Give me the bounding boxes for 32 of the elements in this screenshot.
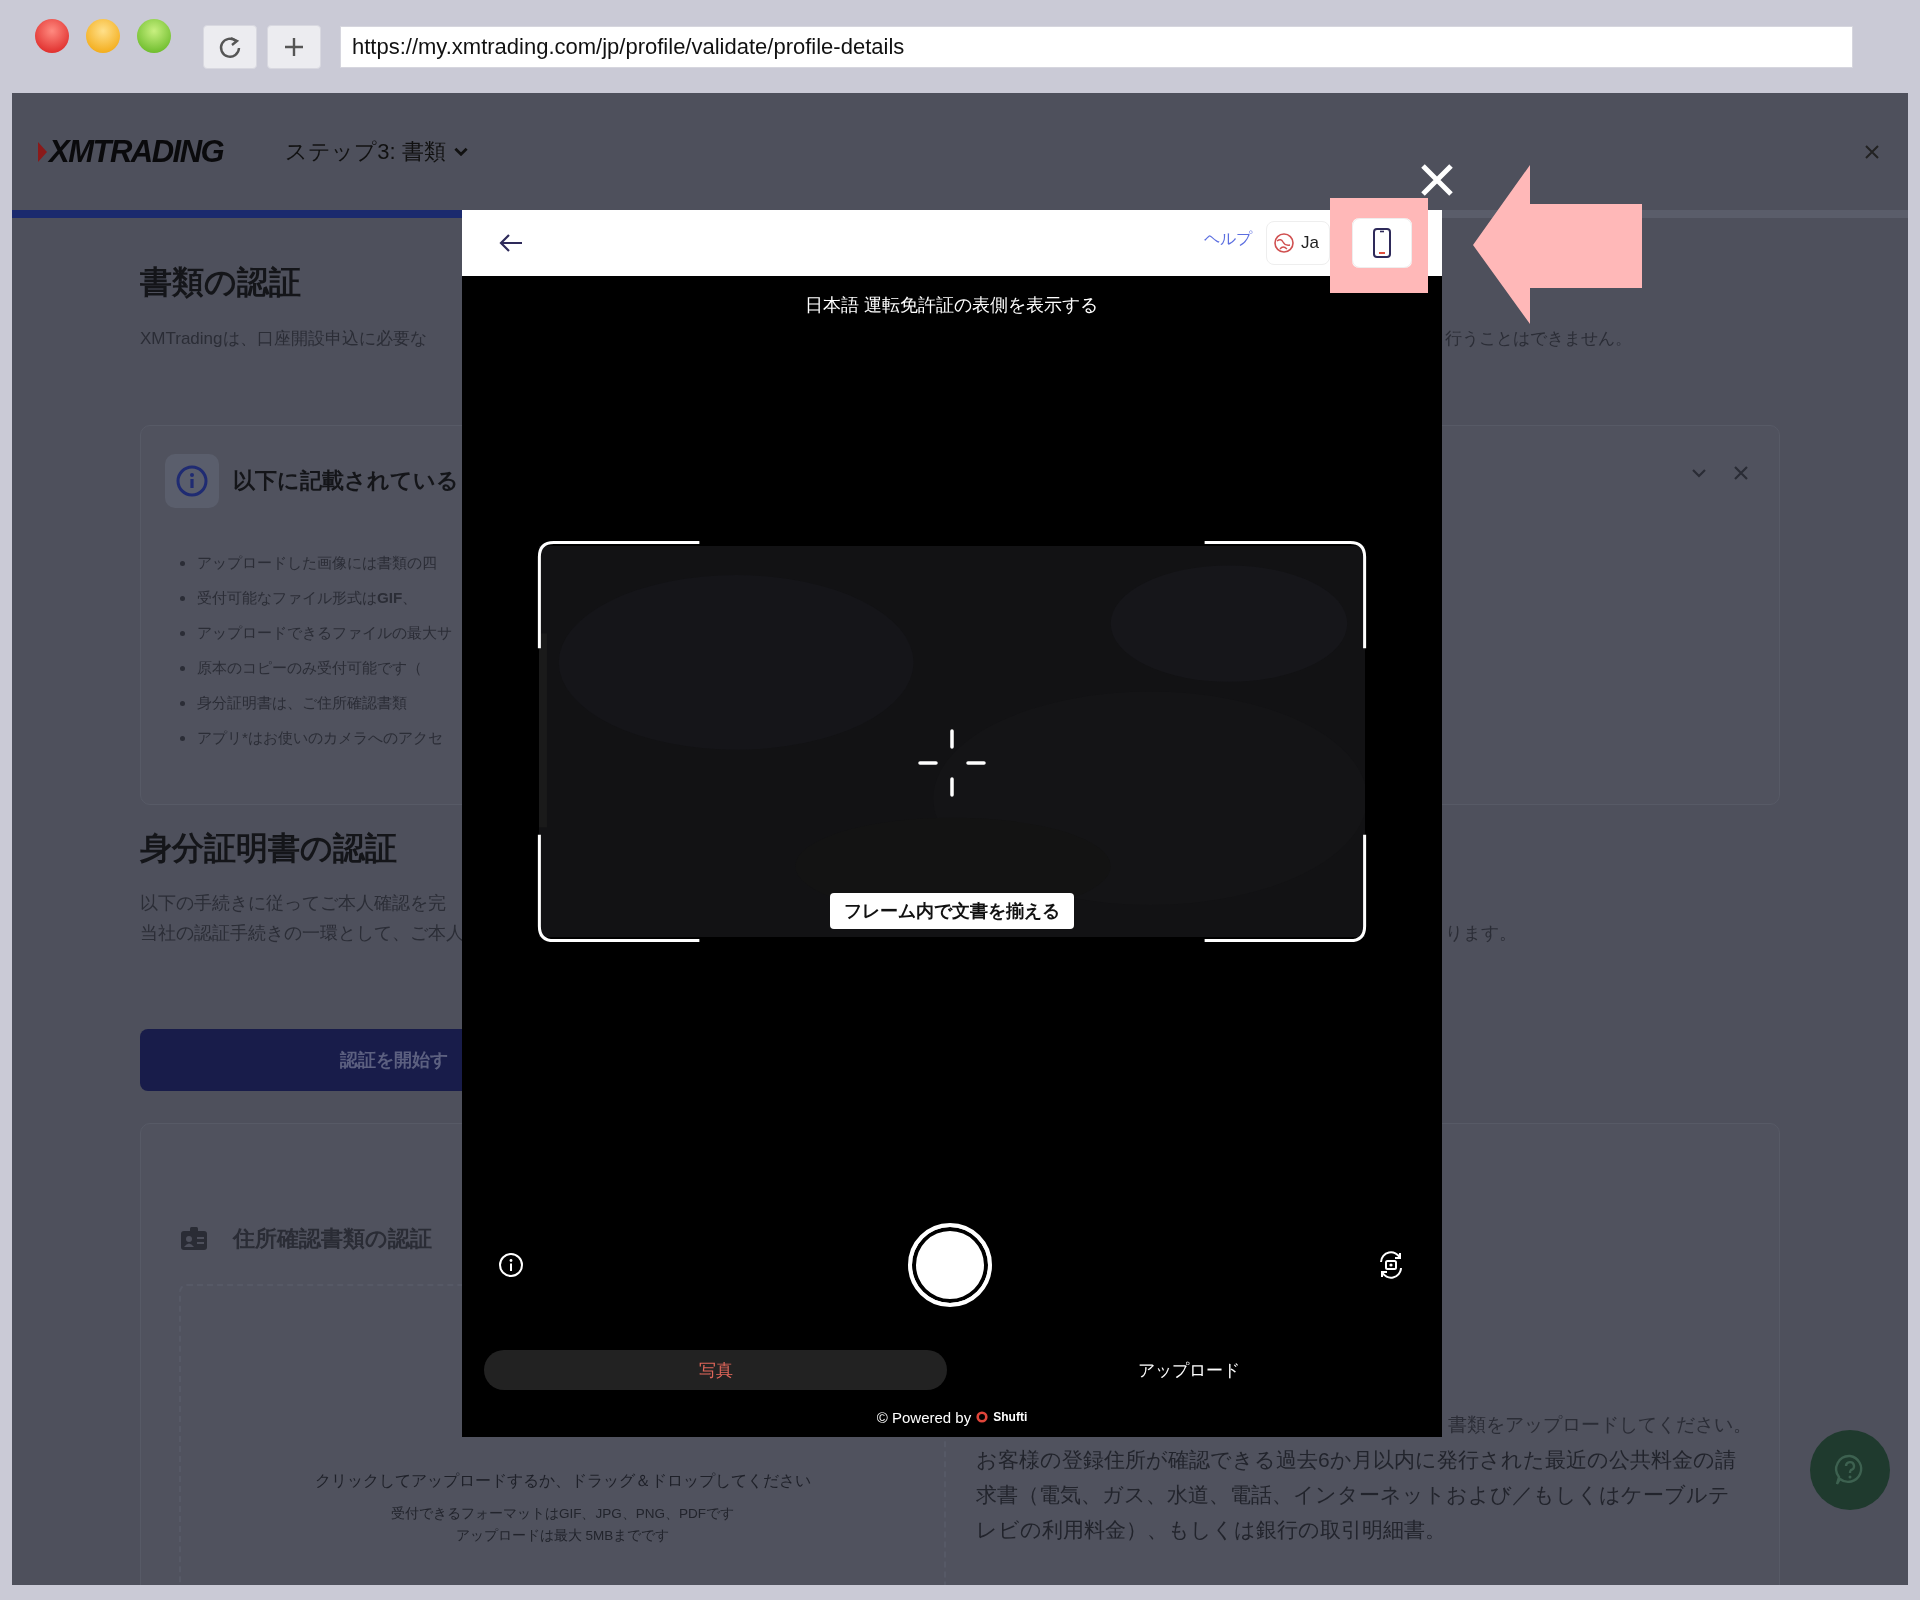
- bullet-icon: [180, 736, 185, 741]
- bullet-icon: [180, 666, 185, 671]
- info-icon: [165, 454, 219, 508]
- section-heading: 書類の認証: [140, 263, 302, 302]
- notice-title: 以下に記載されている: [233, 467, 459, 495]
- crosshair-icon: [917, 728, 987, 798]
- logo: XMTRADING: [36, 133, 224, 170]
- close-icon[interactable]: [1419, 162, 1455, 198]
- mode-tab[interactable]: アップロード: [957, 1350, 1420, 1390]
- mode-tab[interactable]: 写真: [484, 1350, 947, 1390]
- powered-by-text: © Powered by: [876, 1408, 972, 1426]
- info-icon[interactable]: [498, 1252, 524, 1278]
- back-arrow-icon[interactable]: [498, 232, 524, 254]
- phone-icon: [1372, 227, 1392, 259]
- frame-hint: フレーム内で文書を揃える: [830, 893, 1074, 929]
- brand-name: Shufti: [993, 1410, 1028, 1424]
- id-card-icon: [179, 1226, 209, 1252]
- globe-icon: [1273, 232, 1296, 254]
- phone-button[interactable]: [1352, 218, 1412, 268]
- bullet-icon: [180, 631, 185, 636]
- caret-icon: [453, 147, 468, 156]
- address-bar[interactable]: https://my.xmtrading.com/jp/profile/validate/profile-details: [340, 25, 1853, 68]
- bullet-icon: [180, 701, 185, 706]
- close-window-button[interactable]: [35, 18, 69, 53]
- bullet-icon: [180, 596, 185, 601]
- ring-logo-icon: [976, 1411, 989, 1423]
- bullet-icon: [180, 561, 185, 566]
- help-link[interactable]: ヘルプ: [1204, 228, 1253, 250]
- dialog-title: 日本語 運転免許証の表側を表示する: [805, 294, 1099, 316]
- new-tab-button[interactable]: [267, 24, 321, 69]
- reload-button[interactable]: [203, 24, 257, 69]
- section-heading: 身分証明書の認証: [140, 829, 398, 868]
